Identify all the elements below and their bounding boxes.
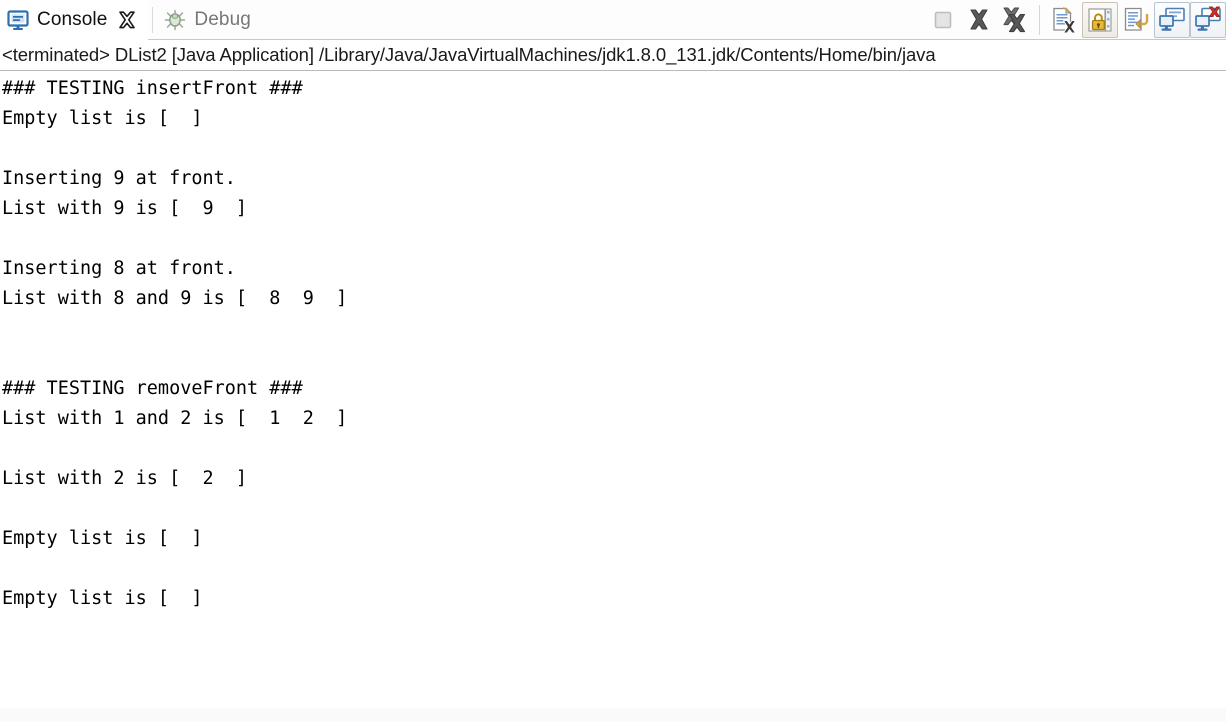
console-line: Empty list is [ ] bbox=[2, 528, 203, 549]
clear-console-button[interactable] bbox=[1046, 1, 1082, 39]
stop-square-icon bbox=[932, 9, 954, 31]
remove-all-x-icon bbox=[1001, 6, 1029, 34]
pin-console-button[interactable] bbox=[1154, 1, 1190, 38]
remove-x-icon bbox=[966, 7, 992, 33]
eclipse-console-view: Console Debug <terminated> DList2 [Java … bbox=[0, 0, 1226, 722]
console-tab-bar: Console Debug bbox=[0, 0, 1226, 40]
console-line: List with 9 is [ 9 ] bbox=[2, 198, 248, 219]
tab-strip: Console Debug bbox=[0, 0, 261, 40]
console-line: Empty list is [ ] bbox=[2, 588, 203, 609]
console-line: List with 8 and 9 is [ 8 9 ] bbox=[2, 288, 348, 309]
word-wrap-button[interactable] bbox=[1118, 1, 1154, 39]
tab-debug-label: Debug bbox=[194, 8, 251, 30]
terminate-button[interactable] bbox=[925, 1, 961, 39]
display-console-button[interactable] bbox=[1190, 1, 1226, 38]
console-line: List with 2 is [ 2 ] bbox=[2, 468, 248, 489]
remove-launch-button[interactable] bbox=[961, 1, 997, 39]
display-console-icon bbox=[1194, 6, 1222, 34]
tab-divider bbox=[152, 6, 154, 33]
pin-console-icon bbox=[1158, 6, 1186, 34]
console-output-area[interactable]: ### TESTING insertFront ### Empty list is… bbox=[0, 71, 1226, 722]
launch-status-text: <terminated> DList2 [Java Application] /… bbox=[2, 44, 936, 65]
remove-all-terminated-button[interactable] bbox=[997, 1, 1033, 39]
launch-status-line: <terminated> DList2 [Java Application] /… bbox=[0, 40, 1226, 71]
console-line: Inserting 8 at front. bbox=[2, 258, 236, 279]
console-line: Inserting 9 at front. bbox=[2, 168, 236, 189]
console-line: Empty list is [ ] bbox=[2, 108, 203, 129]
close-icon[interactable] bbox=[116, 9, 138, 31]
console-monitor-icon bbox=[6, 8, 30, 32]
console-line: List with 1 and 2 is [ 1 2 ] bbox=[2, 408, 348, 429]
toolbar-divider bbox=[1039, 4, 1040, 35]
tab-console[interactable]: Console bbox=[0, 0, 149, 40]
console-toolbar bbox=[925, 0, 1226, 40]
console-line: ### TESTING insertFront ### bbox=[2, 78, 303, 99]
lock-icon bbox=[1087, 7, 1113, 33]
clear-console-icon bbox=[1050, 6, 1078, 34]
tab-debug[interactable]: Debug bbox=[157, 0, 261, 40]
console-line: ### TESTING removeFront ### bbox=[2, 378, 303, 399]
console-bottom-band bbox=[0, 708, 1226, 722]
word-wrap-icon bbox=[1122, 6, 1150, 34]
console-text: ### TESTING insertFront ### Empty list is… bbox=[0, 74, 1226, 614]
scroll-lock-button[interactable] bbox=[1082, 1, 1118, 38]
bug-icon bbox=[163, 8, 187, 32]
tab-console-label: Console bbox=[37, 8, 108, 30]
